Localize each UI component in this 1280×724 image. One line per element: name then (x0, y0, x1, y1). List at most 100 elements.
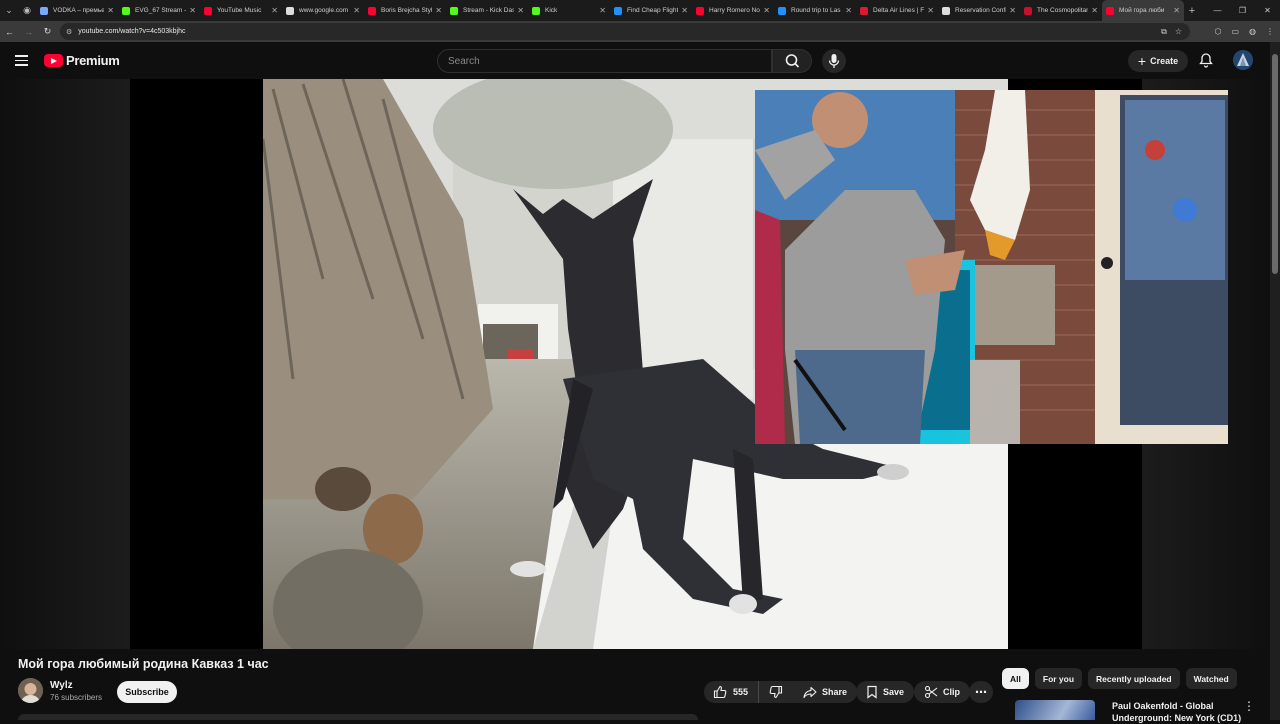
more-actions-button[interactable]: ⋯ (969, 681, 993, 703)
tab-close-icon[interactable]: ✕ (435, 6, 442, 15)
tab-close-icon[interactable]: ✕ (189, 6, 196, 15)
maximize-icon[interactable]: ❐ (1230, 0, 1255, 21)
back-icon[interactable]: ← (0, 27, 19, 37)
dislike-button[interactable] (759, 681, 793, 703)
tab-title: Reservation Confirm (955, 7, 1007, 14)
profile-icon[interactable]: ◍ (1249, 27, 1256, 36)
browser-toolbar: ← → ↻ ⚙ youtube.com/watch?v=4c503kbjhc ⧉… (0, 21, 1280, 42)
channel-avatar-image (18, 678, 43, 703)
channel-avatar[interactable] (18, 678, 43, 703)
tab-close-icon[interactable]: ✕ (1009, 6, 1016, 15)
bookmark-star-icon[interactable]: ☆ (1175, 27, 1182, 36)
account-avatar[interactable] (1233, 50, 1253, 70)
tab-close-icon[interactable]: ✕ (107, 6, 114, 15)
tab-close-icon[interactable]: ✕ (845, 6, 852, 15)
browser-tab[interactable]: Reservation Confirm✕ (938, 0, 1020, 21)
thumbs-down-icon (769, 685, 783, 699)
share-button[interactable]: Share (793, 681, 858, 703)
webcam-overlay (755, 90, 1228, 444)
account-avatar-image (1233, 50, 1253, 70)
tab-close-icon[interactable]: ✕ (599, 6, 606, 15)
open-in-app-icon[interactable]: ⧉ (1161, 27, 1167, 37)
tab-favicon-icon (450, 6, 458, 15)
create-button[interactable]: + Create (1128, 50, 1188, 72)
tab-close-icon[interactable]: ✕ (1173, 6, 1180, 15)
filter-chip[interactable]: For you (1034, 668, 1083, 689)
tab-search-icon[interactable]: ⌄ (0, 0, 18, 21)
window-controls: — ❐ ✕ (1205, 0, 1280, 21)
filter-chip[interactable]: All (1002, 668, 1029, 689)
browser-tab[interactable]: The Cosmopolitan ✕ (1020, 0, 1102, 21)
recommendation-title[interactable]: Paul Oakenfold - Global Underground: New… (1112, 701, 1242, 724)
browser-tab[interactable]: Kick ✕ (528, 0, 610, 21)
like-count: 555 (733, 687, 749, 697)
bookmark-icon (867, 685, 877, 699)
tab-favicon-icon (1106, 6, 1114, 15)
tab-favicon-icon (122, 6, 130, 15)
forward-icon[interactable]: → (19, 27, 38, 37)
close-window-icon[interactable]: ✕ (1255, 0, 1280, 21)
browser-tab[interactable]: Мой гора люби ✕ (1102, 0, 1184, 21)
search-input[interactable]: Search (437, 49, 772, 73)
browser-menu-icon[interactable]: ⋮ (1266, 27, 1274, 36)
menu-icon[interactable] (15, 55, 28, 69)
search-button[interactable] (772, 49, 812, 73)
browser-tab[interactable]: Delta Air Lines | Fl ✕ (856, 0, 938, 21)
channel-name[interactable]: Wylz (50, 680, 73, 691)
browser-tab[interactable]: EVG_67 Stream - Kick✕ (118, 0, 200, 21)
recommendation-more-icon[interactable]: ⋮ (1243, 699, 1255, 713)
browser-tab[interactable]: Find Cheap Flights ✕ (610, 0, 692, 21)
minimize-icon[interactable]: — (1205, 0, 1230, 21)
voice-search-button[interactable] (822, 49, 846, 73)
recommendation-thumbnail[interactable] (1015, 700, 1095, 720)
tab-close-icon[interactable]: ✕ (1091, 6, 1098, 15)
extensions-icon[interactable]: ⬡ (1214, 27, 1221, 36)
tab-close-icon[interactable]: ✕ (517, 6, 524, 15)
tab-favicon-icon (614, 6, 622, 15)
video-title: Мой гора любимый родина Кавказ 1 час (18, 657, 269, 671)
share-label: Share (822, 687, 848, 697)
tab-favicon-icon (368, 6, 376, 15)
tab-favicon-icon (860, 6, 868, 15)
bell-icon (1199, 53, 1213, 68)
clip-button[interactable]: Clip (914, 681, 970, 703)
thumbs-up-icon (713, 685, 727, 699)
reload-icon[interactable]: ↻ (38, 26, 57, 37)
subscribe-button[interactable]: Subscribe (117, 681, 177, 703)
video-player[interactable] (0, 79, 1270, 649)
tab-title: Boris Brejcha Style (381, 7, 433, 14)
scrollbar-thumb[interactable] (1272, 54, 1278, 274)
browser-tab[interactable]: www.google.com ✕ (282, 0, 364, 21)
save-button[interactable]: Save (856, 681, 915, 703)
browser-tab[interactable]: YouTube Music ✕ (200, 0, 282, 21)
youtube-play-icon (44, 54, 63, 67)
ambient-left (0, 79, 130, 649)
browser-tab[interactable]: Boris Brejcha Style ✕ (364, 0, 446, 21)
subscriber-count: 76 subscribers (50, 693, 103, 702)
browser-tab[interactable]: VODKA – премьер ✕ (36, 0, 118, 21)
description-box[interactable] (18, 714, 698, 720)
tab-title: VODKA – премьер (53, 7, 105, 14)
browser-tab[interactable]: Round trip to Las ✕ (774, 0, 856, 21)
tab-close-icon[interactable]: ✕ (271, 6, 278, 15)
browser-tab-strip: ⌄ ◉ VODKA – премьер✕EVG_67 Stream - Kick… (0, 0, 1280, 21)
filter-chip[interactable]: Recently uploaded (1088, 668, 1180, 689)
sidepanel-icon[interactable]: ▭ (1231, 27, 1239, 36)
address-bar[interactable]: ⚙ youtube.com/watch?v=4c503kbjhc ⧉ ☆ (60, 23, 1190, 40)
browser-tab[interactable]: Stream - Kick Dashb✕ (446, 0, 528, 21)
like-button[interactable]: 555 (704, 681, 760, 703)
new-tab-button[interactable]: + (1184, 5, 1200, 17)
tab-group-icon[interactable]: ◉ (18, 0, 36, 21)
page-scrollbar[interactable] (1270, 42, 1280, 720)
tab-close-icon[interactable]: ✕ (763, 6, 770, 15)
browser-tab[interactable]: Harry Romero No ✕ (692, 0, 774, 21)
tab-close-icon[interactable]: ✕ (927, 6, 934, 15)
tab-close-icon[interactable]: ✕ (681, 6, 688, 15)
site-info-icon[interactable]: ⚙ (66, 28, 72, 36)
scissors-icon (924, 685, 938, 699)
filter-chip[interactable]: Watched (1185, 668, 1237, 689)
notifications-button[interactable] (1198, 52, 1214, 73)
tab-close-icon[interactable]: ✕ (353, 6, 360, 15)
tab-favicon-icon (40, 6, 48, 15)
youtube-logo[interactable]: Premium (44, 53, 120, 68)
